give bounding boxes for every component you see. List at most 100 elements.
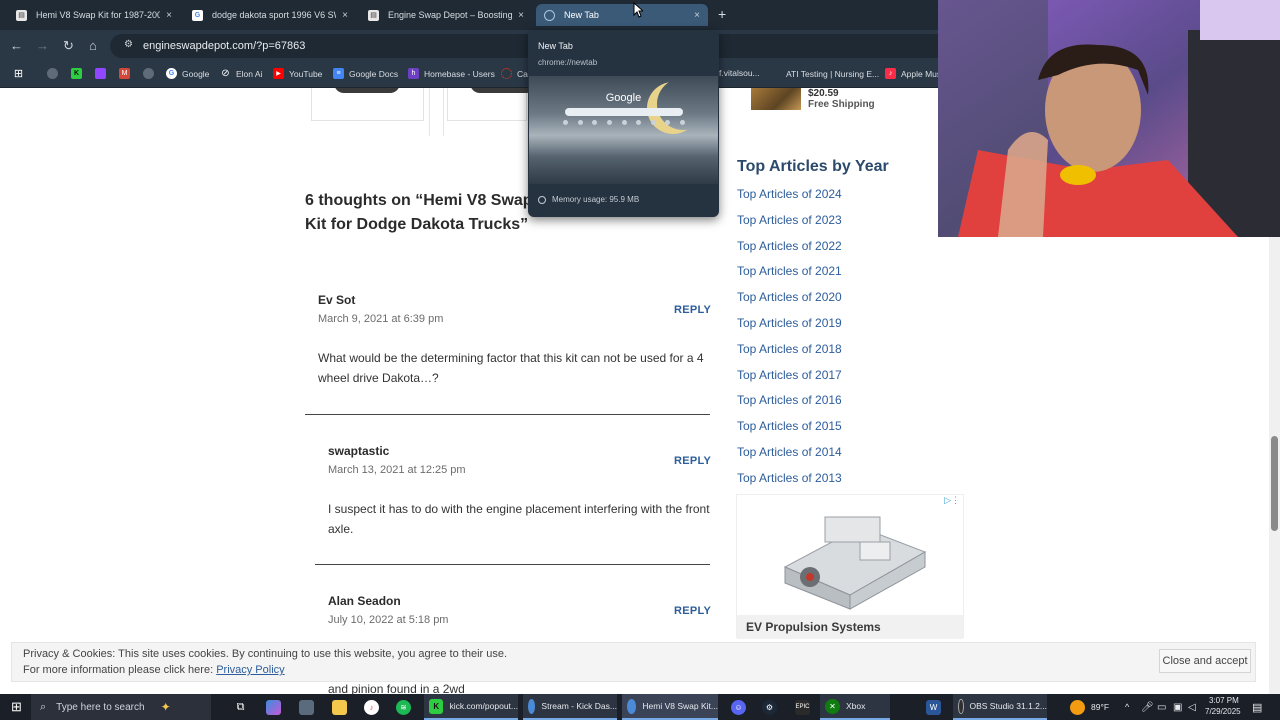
globe-icon[interactable] bbox=[47, 68, 63, 79]
year-link[interactable]: Top Articles of 2017 bbox=[737, 368, 842, 382]
memory-usage: Memory usage: 95.9 MB bbox=[538, 195, 639, 204]
tab-hemi-v8[interactable]: ▤ Hemi V8 Swap Kit for 1987-2004 D × bbox=[8, 4, 180, 26]
google-icon: G bbox=[192, 9, 203, 21]
notifications-icon[interactable]: ▤ bbox=[1252, 694, 1262, 720]
sparkle-icon: ✦ bbox=[160, 700, 171, 714]
clock-time[interactable]: 3:07 PM bbox=[1209, 696, 1239, 705]
year-link[interactable]: Top Articles of 2019 bbox=[737, 316, 842, 330]
bookmark-google-docs[interactable]: ≡ Google Docs bbox=[333, 68, 398, 79]
reload-icon[interactable]: ↻ bbox=[63, 38, 74, 54]
more-options-icon[interactable]: ⋮ bbox=[951, 495, 960, 506]
close-icon[interactable]: × bbox=[518, 10, 524, 21]
twitch-icon[interactable] bbox=[95, 68, 111, 79]
bookmark-apple-music[interactable]: ♪ Apple Mus bbox=[885, 68, 941, 79]
computer-icon[interactable] bbox=[299, 694, 320, 720]
taskbar-app-xbox[interactable]: ✕ Xbox bbox=[820, 694, 890, 720]
taskbar-app-obs[interactable]: OBS Studio 31.1.2... bbox=[953, 694, 1047, 720]
site-info-icon[interactable]: ⚙ bbox=[124, 39, 133, 50]
word-icon[interactable]: W bbox=[926, 694, 947, 720]
bookmark-google[interactable]: G Google bbox=[166, 68, 209, 79]
bookmark-youtube[interactable]: ▶ YouTube bbox=[273, 68, 322, 79]
bookmark-homebase[interactable]: h Homebase - Users bbox=[408, 68, 495, 79]
year-link[interactable]: Top Articles of 2016 bbox=[737, 393, 842, 407]
comment-date[interactable]: March 13, 2021 at 12:25 pm bbox=[328, 464, 466, 476]
taskbar-app-hemi[interactable]: Hemi V8 Swap Kit... bbox=[622, 694, 718, 720]
ev-motor-image bbox=[783, 516, 927, 610]
microphone-icon[interactable]: 🎤︎ bbox=[1141, 694, 1154, 720]
homebase-icon: h bbox=[408, 68, 419, 79]
year-link[interactable]: Top Articles of 2015 bbox=[737, 419, 842, 433]
close-icon[interactable]: × bbox=[166, 10, 172, 21]
bookmark-label: Ca bbox=[517, 68, 528, 79]
home-icon[interactable]: ⌂ bbox=[89, 38, 97, 53]
scroll-thumb[interactable] bbox=[1271, 436, 1278, 531]
close-icon[interactable]: × bbox=[342, 10, 348, 21]
steam-icon[interactable]: ⚙ bbox=[762, 694, 783, 720]
close-icon[interactable]: × bbox=[694, 10, 700, 21]
comment-date[interactable]: July 10, 2022 at 5:18 pm bbox=[328, 614, 448, 626]
clock-date[interactable]: 7/29/2025 bbox=[1205, 707, 1241, 716]
back-icon[interactable]: ← bbox=[10, 38, 23, 53]
product-shipping: Free Shipping bbox=[808, 99, 875, 110]
bookmark-label: Elon Ai bbox=[236, 68, 263, 79]
comment-author: swaptastic bbox=[328, 444, 390, 458]
bookmark-label: Apple Mus bbox=[901, 68, 942, 79]
itunes-icon[interactable]: ♪ bbox=[364, 694, 385, 720]
copilot-icon[interactable] bbox=[266, 694, 287, 720]
product-thumbnail[interactable] bbox=[751, 88, 801, 110]
reply-button[interactable]: REPLY bbox=[674, 304, 711, 316]
related-card[interactable] bbox=[311, 88, 424, 121]
close-and-accept-button[interactable]: Close and accept bbox=[1159, 649, 1251, 673]
apps-grid-icon[interactable]: ⊞ bbox=[13, 68, 29, 80]
weather-widget[interactable]: 89°F bbox=[1070, 694, 1109, 720]
url-text[interactable]: engineswapdepot.com/?p=67863 bbox=[143, 40, 305, 52]
file-explorer-icon[interactable] bbox=[332, 694, 353, 720]
battery-icon[interactable]: ▭ bbox=[1157, 694, 1166, 720]
year-link[interactable]: Top Articles of 2018 bbox=[737, 342, 842, 356]
memory-usage-text: Memory usage: 95.9 MB bbox=[552, 195, 640, 204]
reply-button[interactable]: REPLY bbox=[674, 455, 711, 467]
google-icon: G bbox=[166, 68, 177, 79]
year-link[interactable]: Top Articles of 2013 bbox=[737, 471, 842, 485]
new-tab-button[interactable]: + bbox=[718, 6, 726, 22]
network-icon[interactable]: ▣ bbox=[1173, 694, 1182, 720]
tab-engine-swap-depot[interactable]: ▤ Engine Swap Depot – Boosting Pe × bbox=[360, 4, 532, 26]
bookmark-elon-ai[interactable]: ⊘ Elon Ai bbox=[220, 68, 262, 79]
ad-caption[interactable]: EV Propulsion Systems bbox=[737, 615, 963, 639]
page-scrollbar[interactable] bbox=[1269, 236, 1280, 694]
year-link[interactable]: Top Articles of 2023 bbox=[737, 213, 842, 227]
gmail-icon[interactable]: M bbox=[119, 68, 135, 79]
taskbar-search[interactable]: ⌕ Type here to search ✦ bbox=[31, 694, 211, 720]
epic-games-icon[interactable]: EPIC bbox=[795, 694, 816, 720]
bookmark-canvas[interactable]: Ca bbox=[501, 68, 528, 79]
bookmark-ati-testing[interactable]: ATI Testing | Nursing E... bbox=[770, 68, 879, 79]
related-card[interactable] bbox=[447, 88, 536, 121]
tray-chevron-icon[interactable]: ^ bbox=[1125, 694, 1129, 720]
year-link[interactable]: Top Articles of 2022 bbox=[737, 239, 842, 253]
windows-start-icon[interactable]: ⊞ bbox=[9, 694, 24, 720]
year-link[interactable]: Top Articles of 2024 bbox=[737, 187, 842, 201]
task-view-icon[interactable]: ⧉ bbox=[233, 694, 254, 720]
taskbar-app-stream[interactable]: Stream - Kick Das... bbox=[523, 694, 617, 720]
tab-new-tab[interactable]: New Tab × bbox=[536, 4, 708, 26]
tab-dodge-dakota[interactable]: G dodge dakota sport 1996 V6 SWA × bbox=[184, 4, 356, 26]
reply-button[interactable]: REPLY bbox=[674, 605, 711, 617]
weather-temp: 89°F bbox=[1091, 702, 1110, 712]
year-link[interactable]: Top Articles of 2021 bbox=[737, 264, 842, 278]
privacy-policy-link[interactable]: Privacy Policy bbox=[216, 664, 284, 676]
year-link[interactable]: Top Articles of 2020 bbox=[737, 290, 842, 304]
ad-banner[interactable]: ▷ ⋮ EV Propulsion Systems bbox=[736, 494, 964, 639]
comment-date[interactable]: March 9, 2021 at 6:39 pm bbox=[318, 313, 443, 325]
product-price: $20.59 bbox=[808, 88, 839, 99]
webcam-overlay bbox=[938, 0, 1280, 237]
forward-icon[interactable]: → bbox=[36, 38, 49, 53]
volume-icon[interactable]: ◁ bbox=[1188, 694, 1196, 720]
adchoices-icon[interactable]: ▷ bbox=[944, 495, 951, 506]
spotify-icon[interactable]: ≋ bbox=[396, 694, 417, 720]
bookmark-vitalsource[interactable]: f.vitalsou... bbox=[719, 68, 760, 78]
taskbar-app-kick[interactable]: Kkick.com/popout... bbox=[424, 694, 518, 720]
kick-icon[interactable]: K bbox=[71, 68, 87, 79]
globe-icon[interactable] bbox=[143, 68, 159, 79]
year-link[interactable]: Top Articles of 2014 bbox=[737, 445, 842, 459]
discord-icon[interactable]: ☺ bbox=[731, 694, 752, 720]
